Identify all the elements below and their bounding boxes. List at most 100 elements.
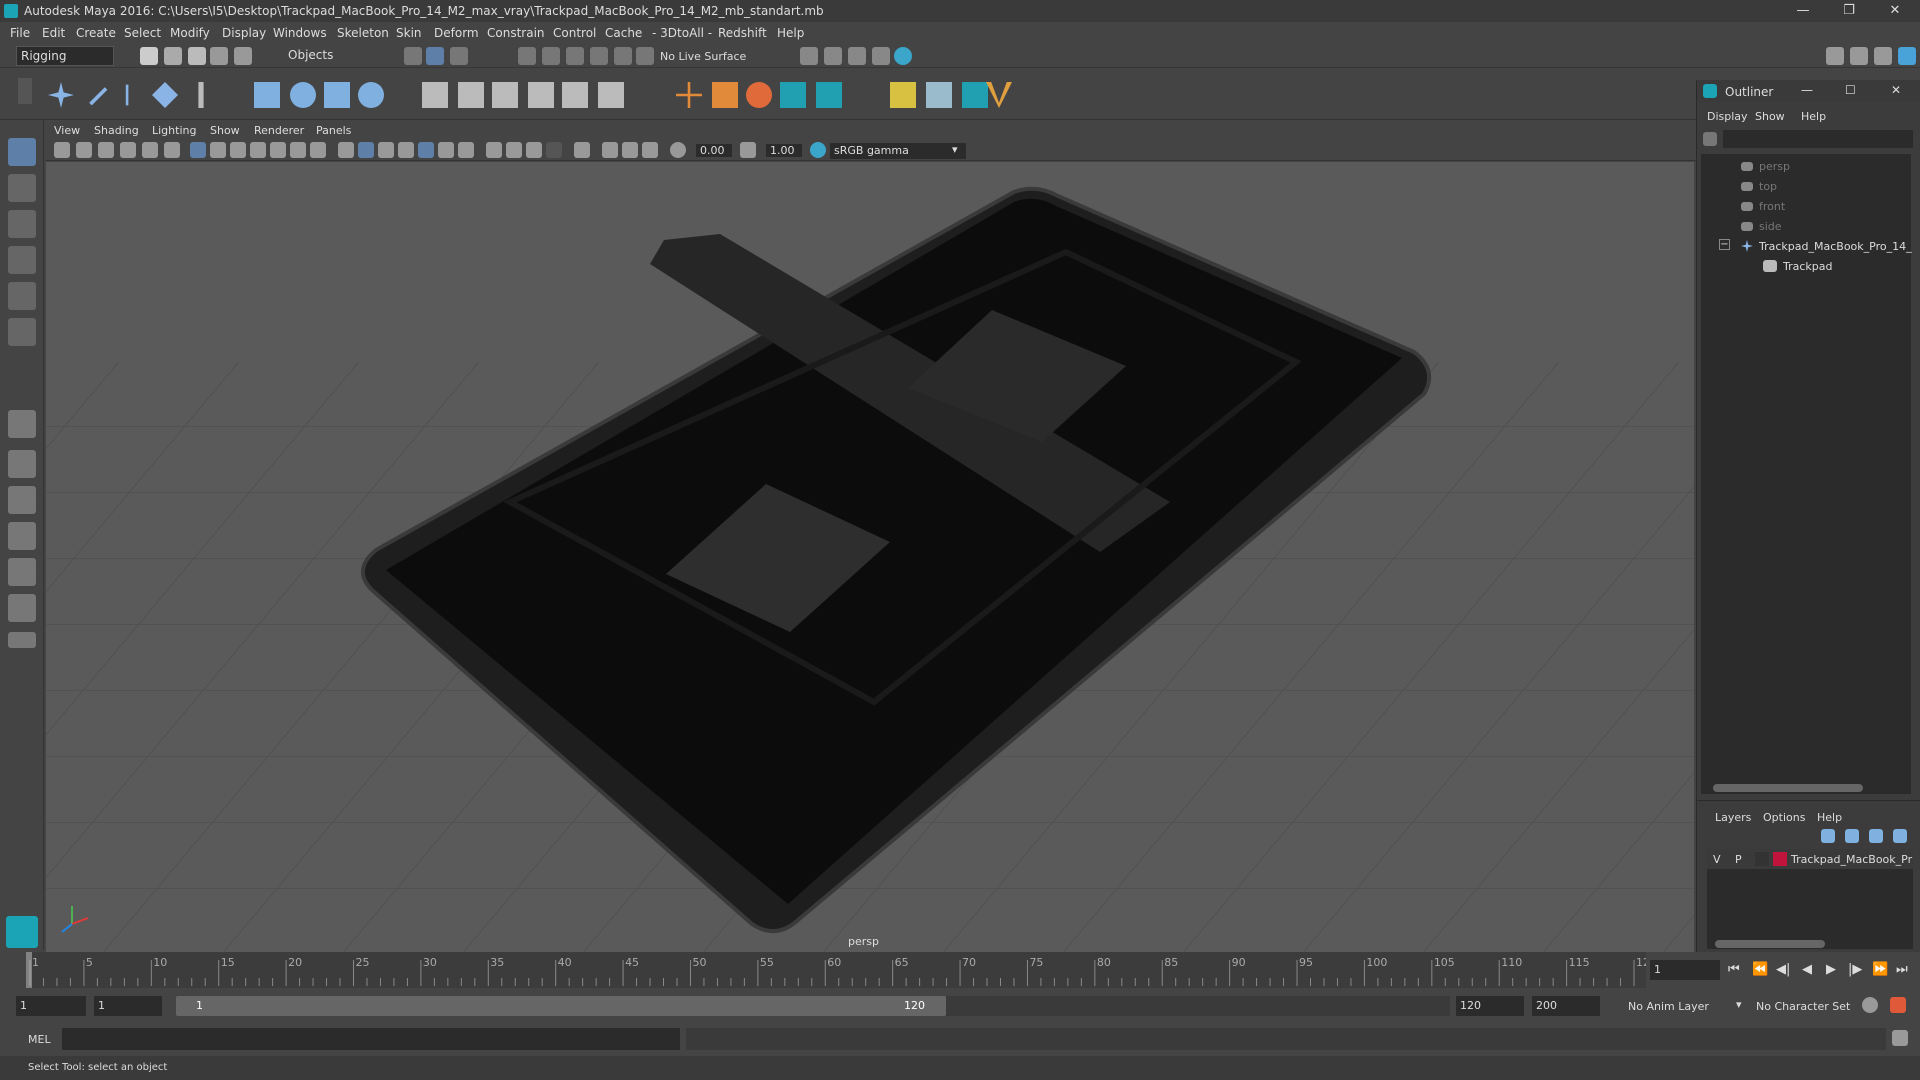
mirror-joint-icon[interactable]	[198, 82, 204, 108]
vertex-weight-icon[interactable]	[986, 82, 1012, 108]
layer-type-toggle[interactable]	[1755, 852, 1769, 866]
camera-select-icon[interactable]	[54, 142, 70, 158]
lasso-tool-icon[interactable]	[8, 174, 36, 202]
save-scene-icon[interactable]	[188, 47, 206, 65]
modeling-toolkit-icon[interactable]	[1826, 47, 1844, 65]
depth-of-field-icon[interactable]	[546, 142, 562, 158]
menu-select[interactable]: Select	[124, 26, 161, 40]
go-to-start-icon[interactable]: ⏮	[1728, 962, 1740, 977]
end-time-field[interactable]: 200	[1532, 996, 1600, 1016]
render-frame-icon[interactable]	[824, 47, 842, 65]
current-frame-field[interactable]: 1	[1650, 960, 1720, 980]
snap-point-icon[interactable]	[566, 47, 584, 65]
select-by-component-icon[interactable]	[450, 47, 468, 65]
x-ray-active-icon[interactable]	[622, 142, 638, 158]
menu-3dtoall[interactable]: - 3DtoAll -	[652, 26, 712, 40]
gamma-icon[interactable]	[740, 142, 756, 158]
redo-icon[interactable]	[234, 47, 252, 65]
render-settings-icon[interactable]	[872, 47, 890, 65]
snap-curve-icon[interactable]	[542, 47, 560, 65]
open-scene-icon[interactable]	[164, 47, 182, 65]
scrollbar-thumb[interactable]	[1713, 784, 1863, 792]
menu-display[interactable]: Display	[222, 26, 266, 40]
snap-surface-icon[interactable]	[614, 47, 632, 65]
step-forward-frame-icon[interactable]: |▶	[1848, 962, 1862, 977]
new-layer-selected-icon[interactable]	[1893, 829, 1907, 843]
camera-attributes-icon[interactable]	[76, 142, 92, 158]
menu-windows[interactable]: Windows	[273, 26, 327, 40]
menu-help[interactable]: Help	[777, 26, 804, 40]
film-gate-icon[interactable]	[210, 142, 226, 158]
menu-deform[interactable]: Deform	[434, 26, 479, 40]
smooth-bind-icon[interactable]	[254, 82, 280, 108]
locator-icon[interactable]	[676, 82, 702, 108]
chevron-down-icon[interactable]: ▾	[1736, 998, 1742, 1011]
channel-box-icon[interactable]	[1898, 47, 1916, 65]
script-editor-icon[interactable]	[1892, 1030, 1908, 1046]
x-ray-icon[interactable]	[602, 142, 618, 158]
range-slider-track[interactable]	[946, 996, 1450, 1016]
outliner-menu-help[interactable]: Help	[1801, 110, 1826, 123]
attribute-editor-icon[interactable]	[1850, 47, 1868, 65]
lattice-icon[interactable]	[324, 82, 350, 108]
two-d-pan-icon[interactable]	[142, 142, 158, 158]
character-set-dropdown[interactable]: No Character Set	[1756, 1000, 1850, 1013]
rotate-tool-icon[interactable]	[8, 282, 36, 310]
layers-menu-help[interactable]: Help	[1817, 811, 1842, 824]
cluster-icon[interactable]	[358, 82, 384, 108]
orient-constraint-icon[interactable]	[422, 82, 448, 108]
step-back-frame-icon[interactable]: ◀|	[1776, 962, 1790, 977]
outliner-maximize-button[interactable]: ☐	[1845, 83, 1856, 97]
script-type-label[interactable]: MEL	[28, 1033, 51, 1046]
aim-constraint-icon[interactable]	[492, 82, 518, 108]
wire-deformer-icon[interactable]	[926, 82, 952, 108]
ik-fk-switch-icon[interactable]	[712, 82, 738, 108]
menu-control[interactable]: Control	[553, 26, 596, 40]
step-back-key-icon[interactable]: ⏪	[1752, 962, 1768, 977]
layer-playback-toggle[interactable]: P	[1735, 853, 1742, 866]
playback-end-field[interactable]: 120	[1456, 996, 1524, 1016]
menu-file[interactable]: File	[10, 26, 30, 40]
hypershade-layout-icon[interactable]	[8, 558, 36, 586]
vp-menu-show[interactable]: Show	[210, 124, 240, 137]
auto-key-icon[interactable]	[1862, 997, 1878, 1013]
multisample-aa-icon[interactable]	[526, 142, 542, 158]
layer-visibility-toggle[interactable]: V	[1713, 853, 1721, 866]
menu-edit[interactable]: Edit	[42, 26, 65, 40]
shadows-icon[interactable]	[458, 142, 474, 158]
anim-layer-dropdown[interactable]: No Anim Layer	[1628, 1000, 1709, 1013]
undo-icon[interactable]	[210, 47, 228, 65]
ik-handle-icon[interactable]	[89, 87, 108, 106]
view-transform-dropdown[interactable]: sRGB gamma	[830, 143, 966, 159]
perspective-viewport[interactable]: persp	[46, 162, 1694, 952]
menu-skeleton[interactable]: Skeleton	[337, 26, 389, 40]
minimize-button[interactable]: —	[1780, 0, 1826, 22]
paint-select-tool-icon[interactable]	[8, 210, 36, 238]
start-time-field[interactable]: 1	[16, 996, 86, 1016]
outliner-filter-icon[interactable]	[1703, 132, 1717, 146]
snap-pivot-icon[interactable]	[636, 47, 654, 65]
shelf-menu-icon[interactable]	[18, 78, 32, 104]
playback-start-field[interactable]: 1	[94, 996, 162, 1016]
outliner-scrollbar[interactable]	[1701, 782, 1911, 794]
scale-tool-icon[interactable]	[8, 318, 36, 346]
chevron-down-icon[interactable]: ▾	[952, 143, 958, 156]
select-by-object-icon[interactable]	[426, 47, 444, 65]
insert-joint-icon[interactable]	[152, 82, 178, 108]
selection-mode-dropdown[interactable]: Objects	[284, 46, 380, 66]
play-forwards-icon[interactable]: ▶	[1826, 962, 1836, 977]
layers-menu-layers[interactable]: Layers	[1715, 811, 1751, 824]
exposure-field[interactable]: 0.00	[696, 144, 732, 157]
vp-menu-renderer[interactable]: Renderer	[254, 124, 304, 137]
field-chart-icon[interactable]	[270, 142, 286, 158]
hik-character-icon[interactable]	[816, 82, 842, 108]
layer-scrollbar[interactable]	[1707, 939, 1913, 949]
pole-vector-icon[interactable]	[598, 82, 624, 108]
menu-skin[interactable]: Skin	[396, 26, 422, 40]
scale-constraint-icon[interactable]	[528, 82, 554, 108]
safe-action-icon[interactable]	[290, 142, 306, 158]
move-tool-icon[interactable]	[8, 246, 36, 274]
create-joints-icon[interactable]	[48, 82, 74, 108]
grid-toggle-icon[interactable]	[190, 142, 206, 158]
current-time-marker[interactable]	[26, 952, 32, 988]
